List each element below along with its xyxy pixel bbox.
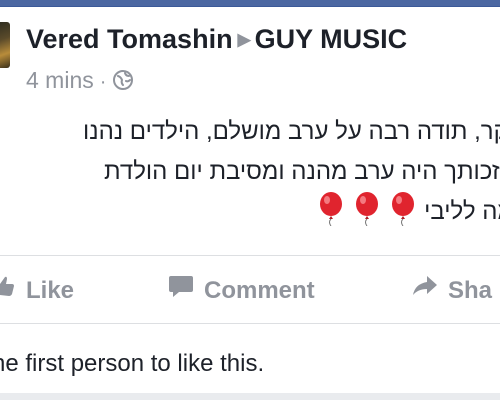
share-button[interactable]: Sha — [412, 276, 492, 307]
globe-icon[interactable] — [112, 69, 134, 91]
post-meta: 4 mins · — [26, 67, 134, 94]
balloon-icon — [318, 192, 344, 227]
likes-prompt[interactable]: he first person to like this. — [0, 350, 264, 378]
thumbs-up-icon — [0, 274, 16, 305]
post-text-line: יקר, תודה רבה על ערב מושלם, הילדים נהנו — [83, 118, 500, 145]
meta-separator: · — [99, 71, 107, 93]
balloon-emoji-group — [308, 192, 416, 233]
like-button[interactable]: Like — [0, 276, 74, 307]
comment-icon — [168, 274, 194, 305]
comment-button[interactable]: Comment — [168, 276, 315, 307]
avatar[interactable] — [0, 22, 10, 68]
balloon-icon — [390, 192, 416, 227]
post-timestamp[interactable]: 4 mins — [26, 67, 94, 93]
share-label: Sha — [448, 276, 493, 304]
share-arrow-icon — [412, 274, 438, 305]
arrow-right-icon: ▶ — [237, 30, 251, 49]
author-name[interactable]: Vered Tomashin — [26, 24, 233, 54]
divider — [0, 323, 500, 324]
post-text-line-last: מה לליבי — [0, 192, 500, 232]
bottom-bar — [0, 393, 500, 400]
post-text: יקר, תודה רבה על ערב מושלם, הילדים נהנו … — [0, 112, 500, 232]
balloon-icon — [354, 192, 380, 227]
post-header: Vered Tomashin ▶ GUY MUSIC — [26, 24, 407, 55]
divider — [0, 255, 500, 256]
comment-label: Comment — [204, 276, 315, 304]
like-label: Like — [26, 276, 75, 304]
target-page-name[interactable]: GUY MUSIC — [255, 24, 408, 54]
post-text-line: מה לליבי — [424, 198, 500, 225]
top-strip — [0, 0, 500, 7]
post-text-line: בזכותך היה ערב מהנה ומסיבת יום הולדת — [104, 158, 500, 185]
